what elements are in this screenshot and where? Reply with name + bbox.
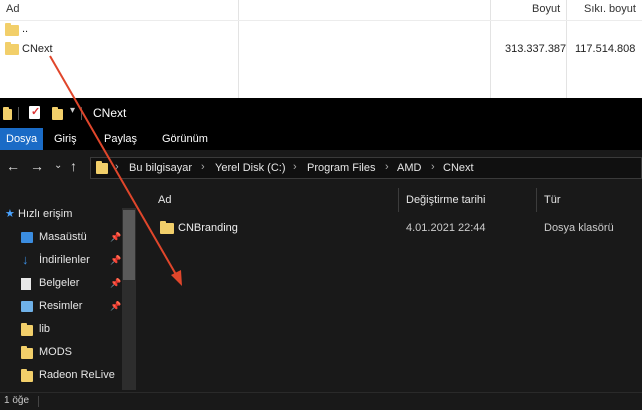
- folder-icon: [21, 346, 33, 359]
- tab-file[interactable]: Dosya: [0, 128, 44, 150]
- sidebar-item-radeon-relive[interactable]: Radeon ReLive: [0, 365, 120, 387]
- recent-locations-chevron-icon[interactable]: ⌄: [54, 160, 62, 171]
- star-icon: ★: [5, 208, 15, 220]
- item-count: 1 öğe: [4, 395, 30, 406]
- pin-icon[interactable]: 📌: [110, 232, 121, 243]
- chevron-right-icon[interactable]: ›: [293, 161, 297, 173]
- sidebar-item-desktop[interactable]: Masaüstü 📌: [0, 227, 121, 249]
- divider: [81, 107, 82, 120]
- sidebar-item-label: lib: [39, 323, 51, 335]
- tab-home[interactable]: Giriş: [48, 128, 83, 150]
- tab-view[interactable]: Görünüm: [156, 128, 214, 150]
- breadcrumb-item[interactable]: Yerel Disk (C:): [215, 162, 286, 174]
- column-header-packed-size[interactable]: Sıkı. boyut: [584, 3, 636, 15]
- column-header-type[interactable]: Tür: [544, 194, 561, 206]
- row-name: ..: [22, 23, 29, 35]
- header-divider: [0, 20, 642, 21]
- column-header-date-modified[interactable]: Değiştirme tarihi: [406, 194, 485, 206]
- sidebar-item-pictures[interactable]: Resimler 📌: [0, 296, 121, 318]
- column-header-size[interactable]: Boyut: [532, 3, 560, 15]
- pin-icon[interactable]: 📌: [110, 278, 121, 289]
- properties-icon[interactable]: ✓: [29, 106, 40, 119]
- ribbon-tabs: Dosya Giriş Paylaş Görünüm: [0, 128, 642, 150]
- archive-file-list: Ad Boyut Sıkı. boyut .. CNext 313.337.38…: [0, 0, 642, 98]
- up-arrow-icon[interactable]: ↑: [70, 158, 77, 174]
- pictures-icon: [21, 301, 33, 312]
- column-divider[interactable]: [398, 188, 399, 212]
- row-size: 313.337.387: [505, 43, 567, 55]
- breadcrumb-item[interactable]: Program Files: [307, 162, 375, 174]
- navigation-bar: ← → ⌄ ↑ › Bu bilgisayar › Yerel Disk (C:…: [0, 150, 642, 186]
- folder-icon: [3, 107, 12, 120]
- sidebar-item-label: MODS: [39, 346, 72, 358]
- folder-icon: [5, 42, 19, 55]
- folder-icon: [21, 323, 33, 336]
- chevron-right-icon[interactable]: ›: [115, 161, 119, 173]
- tab-share[interactable]: Paylaş: [98, 128, 143, 150]
- table-row[interactable]: ..: [0, 22, 642, 38]
- title-bar: ✓ ▾ CNext: [0, 98, 642, 128]
- column-divider[interactable]: [536, 188, 537, 212]
- sidebar-item-lib[interactable]: lib: [0, 319, 120, 341]
- sidebar-item-downloads[interactable]: ↓ İndirilenler 📌: [0, 250, 121, 272]
- table-row[interactable]: CNBranding 4.01.2021 22:44 Dosya klasörü: [146, 216, 642, 240]
- breadcrumb-item[interactable]: CNext: [443, 162, 474, 174]
- pin-icon[interactable]: 📌: [110, 301, 121, 312]
- download-icon: ↓: [22, 252, 29, 267]
- chevron-right-icon[interactable]: ›: [431, 161, 435, 173]
- file-name: CNBranding: [178, 222, 238, 234]
- pin-icon[interactable]: 📌: [110, 255, 121, 266]
- desktop-icon: [21, 232, 33, 243]
- sidebar-item-label: Radeon ReLive: [39, 369, 115, 381]
- breadcrumb-item[interactable]: Bu bilgisayar: [129, 162, 192, 174]
- file-list-header: Ad Değiştirme tarihi Tür: [146, 186, 642, 214]
- sidebar-item-quick-access[interactable]: ★ Hızlı erişim: [0, 204, 120, 226]
- divider: [38, 396, 39, 407]
- column-header-name[interactable]: Ad: [158, 194, 171, 206]
- divider: [18, 107, 19, 120]
- chevron-right-icon[interactable]: ›: [201, 161, 205, 173]
- folder-icon: [21, 369, 33, 382]
- sidebar-item-label: Hızlı erişim: [18, 208, 73, 220]
- file-date-modified: 4.01.2021 22:44: [406, 222, 486, 234]
- back-arrow-icon[interactable]: ←: [6, 158, 20, 174]
- row-name: CNext: [22, 43, 53, 55]
- window-title: CNext: [93, 106, 127, 120]
- folder-up-icon: [5, 23, 19, 36]
- sidebar-item-label: Masaüstü: [39, 231, 87, 243]
- new-folder-icon[interactable]: [52, 107, 63, 120]
- sidebar-item-documents[interactable]: Belgeler 📌: [0, 273, 121, 295]
- row-packed-size: 117.514.808: [575, 43, 636, 55]
- sidebar-item-label: Resimler: [39, 300, 83, 312]
- table-row[interactable]: CNext 313.337.387 117.514.808: [0, 40, 642, 58]
- sidebar-item-label: Belgeler: [39, 277, 80, 289]
- sidebar-scrollbar-thumb[interactable]: [123, 210, 135, 280]
- folder-icon: [160, 221, 174, 234]
- folder-icon: [96, 161, 108, 174]
- file-type: Dosya klasörü: [544, 222, 614, 234]
- address-bar[interactable]: › Bu bilgisayar › Yerel Disk (C:) › Prog…: [90, 157, 642, 179]
- navigation-pane: ★ Hızlı erişim Masaüstü 📌 ↓ İndirilenler…: [0, 186, 138, 392]
- status-bar: 1 öğe: [0, 392, 642, 410]
- chevron-right-icon[interactable]: ›: [385, 161, 389, 173]
- breadcrumb-item[interactable]: AMD: [397, 162, 421, 174]
- sidebar-item-mods[interactable]: MODS: [0, 342, 120, 364]
- sidebar-item-label: İndirilenler: [39, 254, 90, 266]
- column-header-name[interactable]: Ad: [6, 3, 19, 15]
- forward-arrow-icon[interactable]: →: [30, 158, 44, 174]
- document-icon: [21, 278, 31, 290]
- quick-access-toolbar-dropdown-icon[interactable]: ▾: [70, 105, 75, 116]
- explorer-window: ✓ ▾ CNext Dosya Giriş Paylaş Görünüm ← →…: [0, 98, 642, 410]
